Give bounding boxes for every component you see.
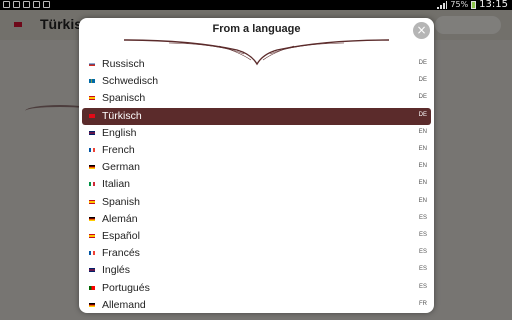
language-code: EN <box>418 180 427 187</box>
close-button[interactable]: × <box>413 22 430 39</box>
language-item[interactable]: Schwedisch DE <box>82 73 431 90</box>
germany-flag-icon <box>89 302 95 307</box>
language-name: Russisch <box>102 58 145 70</box>
language-name: Italian <box>102 178 131 191</box>
language-name: Allemand <box>102 298 146 311</box>
language-code: EN <box>418 163 427 170</box>
notification-icons <box>3 1 50 8</box>
france-flag-icon <box>89 148 95 152</box>
language-code: EN <box>418 128 427 135</box>
battery-percent: 75% <box>450 0 469 9</box>
language-item[interactable]: French EN <box>82 142 431 159</box>
sweden-flag-icon <box>89 79 95 84</box>
language-name: Türkisch <box>102 109 142 122</box>
language-name: Francés <box>102 247 140 260</box>
notification-icon <box>13 1 20 8</box>
spain-flag-icon <box>89 96 95 101</box>
language-item[interactable]: German EN <box>82 159 431 176</box>
language-code: FR <box>419 300 427 307</box>
signal-icon <box>437 1 448 9</box>
language-item[interactable]: English EN <box>82 125 431 142</box>
notification-icon <box>33 1 40 8</box>
germany-flag-icon <box>89 165 95 170</box>
language-item[interactable]: Francés ES <box>82 245 431 262</box>
language-code: EN <box>418 197 427 204</box>
language-name: Portugués <box>102 281 150 294</box>
notification-icon <box>43 1 50 8</box>
language-code: EN <box>418 146 427 152</box>
language-item[interactable]: Türkisch DE <box>82 107 431 125</box>
language-name: French <box>102 144 135 156</box>
language-name: Alemán <box>102 212 138 225</box>
battery-icon <box>471 1 477 9</box>
notification-icon <box>23 1 30 8</box>
portugal-flag-icon <box>89 285 95 290</box>
language-name: Spanisch <box>102 92 146 105</box>
language-name: Español <box>102 230 140 242</box>
language-item[interactable]: Italian EN <box>82 176 431 193</box>
turkey-flag-icon <box>89 113 95 118</box>
language-code: ES <box>418 283 427 290</box>
language-code: DE <box>418 60 427 66</box>
clock: 13:15 <box>479 0 508 10</box>
language-name: Inglés <box>102 264 131 277</box>
uk-flag-icon <box>89 130 95 135</box>
language-code: ES <box>418 249 427 256</box>
language-item[interactable]: Spanish EN <box>82 194 431 211</box>
language-item[interactable]: Alemán ES <box>82 211 431 228</box>
language-item[interactable]: Russisch DE <box>82 56 431 73</box>
language-code: DE <box>418 77 427 84</box>
language-name: Spanish <box>102 195 140 208</box>
language-code: DE <box>418 111 427 118</box>
language-code: DE <box>418 94 427 101</box>
uk-flag-icon <box>89 268 95 273</box>
germany-flag-icon <box>89 216 95 221</box>
language-item[interactable]: Portugués ES <box>82 280 431 297</box>
language-name: Schwedisch <box>102 75 159 88</box>
language-code: ES <box>418 214 427 221</box>
language-name: English <box>102 126 137 139</box>
notification-icon <box>3 1 10 8</box>
russia-flag-icon <box>89 62 95 66</box>
language-picker-dialog: From a language × Russisch DE Schwedisch DE… <box>79 18 434 313</box>
language-item[interactable]: Spanisch DE <box>82 90 431 107</box>
language-code: ES <box>418 232 427 238</box>
spain-flag-icon <box>89 199 95 204</box>
italy-flag-icon <box>89 182 95 187</box>
language-item[interactable]: Inglés ES <box>82 262 431 279</box>
language-list: Russisch DE Schwedisch DE Spanisch DE Türkisch… <box>79 56 434 313</box>
language-code: ES <box>418 266 427 273</box>
status-bar: 75% 13:15 <box>0 0 512 10</box>
language-item[interactable]: Español ES <box>82 228 431 245</box>
language-name: German <box>102 161 140 174</box>
france-flag-icon <box>89 251 95 256</box>
dialog-title: From a language <box>212 23 301 35</box>
spain-flag-icon <box>89 234 95 238</box>
language-item[interactable]: Allemand FR <box>82 297 431 313</box>
close-icon: × <box>416 23 427 37</box>
